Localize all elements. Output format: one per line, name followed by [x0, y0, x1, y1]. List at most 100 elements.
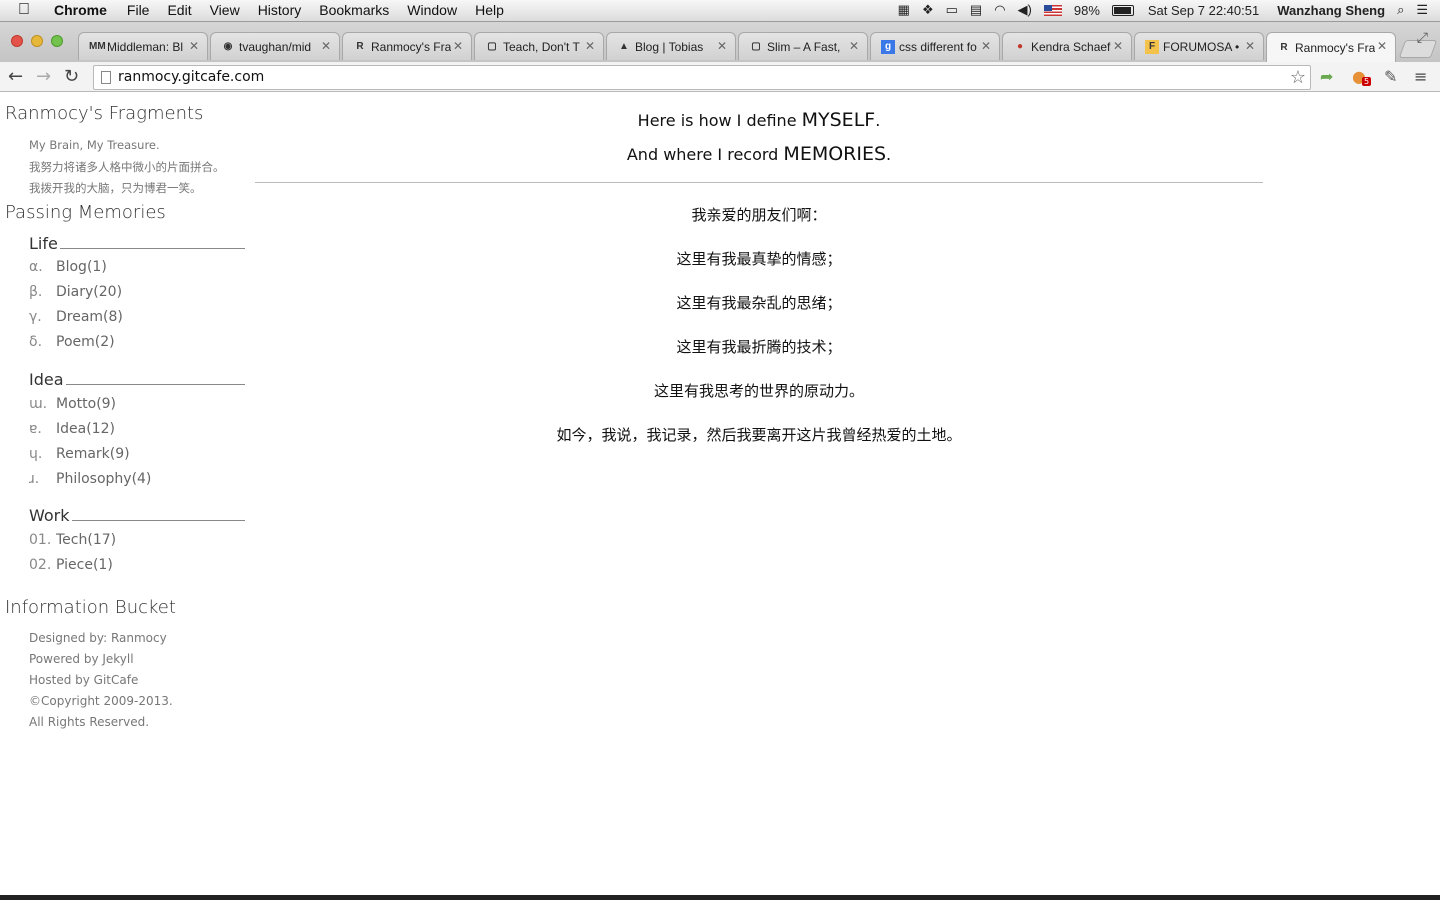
intro-line-myself: Here is how I define MYSELF.: [255, 109, 1263, 131]
category-link-motto[interactable]: ɯ. Motto(9): [29, 396, 116, 412]
menubar-clock[interactable]: Sat Sep 7 22:40:51: [1148, 3, 1259, 18]
poem-line: 这里有我最杂乱的思绪；: [676, 294, 842, 312]
tab-close-icon[interactable]: ✕: [1245, 39, 1255, 53]
menu-file[interactable]: File: [127, 2, 150, 18]
category-link-tech[interactable]: 01. Tech(17): [29, 532, 116, 548]
spotlight-search-icon[interactable]: ⌕: [1397, 2, 1404, 18]
footer-line: All Rights Reserved.: [29, 715, 150, 729]
tab-forumosa[interactable]: F FORUMOSA • (✕: [1134, 32, 1264, 60]
browser-tab-strip: MM Middleman: Bl ✕ ◉ tvaughan/mid ✕ R Ranmocy…: [0, 22, 1440, 62]
category-link-dream[interactable]: γ. Dream(8): [29, 309, 123, 325]
category-link-poem[interactable]: δ. Poem(2): [29, 334, 115, 350]
category-link-blog[interactable]: α. Blog(1): [29, 259, 107, 275]
menu-bookmarks[interactable]: Bookmarks: [319, 2, 389, 18]
battery-percent[interactable]: 98%: [1074, 3, 1100, 18]
notification-center-icon[interactable]: ☰: [1416, 2, 1428, 18]
tab-ranmocy-active[interactable]: R Ranmocy's Fra ✕: [1266, 32, 1396, 62]
tab-title: Ranmocy's Fra: [1295, 40, 1375, 55]
menu-help[interactable]: Help: [475, 2, 504, 18]
menu-view[interactable]: View: [210, 2, 240, 18]
tab-close-icon[interactable]: ✕: [585, 39, 595, 53]
category-group-idea: Idea: [29, 370, 245, 392]
keyboard-icon[interactable]: ▤: [970, 2, 982, 18]
fullscreen-icon[interactable]: ⤢: [1417, 30, 1428, 46]
category-label: Idea(12): [56, 421, 115, 437]
tab-tobias[interactable]: ▲ Blog | Tobias ✕: [606, 32, 736, 60]
status-area: ▦ ❖ ▭ ▤ ◠ ◀) 98% Sat Sep 7 22:40:51 Wanz…: [886, 2, 1428, 18]
tab-favicon: ▢: [487, 40, 497, 52]
forward-button[interactable]: →: [36, 66, 51, 87]
menu-app-name[interactable]: Chrome: [54, 2, 107, 18]
category-link-piece[interactable]: 02. Piece(1): [29, 557, 113, 573]
input-source-flag-icon[interactable]: [1043, 4, 1062, 16]
tab-close-icon[interactable]: ✕: [189, 39, 199, 53]
poem-line: 如今，我说，我记录，然后我要离开这片我曾经热爱的土地。: [556, 426, 962, 444]
menu-history[interactable]: History: [258, 2, 302, 18]
category-link-philosophy[interactable]: ɹ. Philosophy(4): [29, 471, 151, 487]
app-menus: Chrome File Edit View History Bookmarks …: [54, 2, 522, 18]
dropbox-icon[interactable]: ❖: [922, 2, 934, 18]
poem-line: 这里有我最真挚的情感；: [676, 250, 842, 268]
tab-close-icon[interactable]: ✕: [1377, 39, 1387, 53]
menu-window[interactable]: Window: [407, 2, 457, 18]
volume-icon[interactable]: ◀): [1018, 2, 1032, 18]
tab-close-icon[interactable]: ✕: [849, 39, 859, 53]
wifi-icon[interactable]: ◠: [994, 2, 1005, 18]
chrome-menu-icon[interactable]: ≡: [1414, 67, 1427, 86]
category-label: Motto(9): [56, 396, 117, 412]
back-button[interactable]: ←: [8, 66, 23, 87]
apple-menu-icon[interactable]: : [18, 1, 30, 19]
tagline: 我努力将诸多人格中微小的片面拼合。: [29, 160, 225, 174]
activity-monitor-icon[interactable]: ▦: [898, 2, 910, 18]
category-link-remark[interactable]: ɥ. Remark(9): [29, 446, 130, 462]
battery-icon[interactable]: [1111, 4, 1134, 16]
content-divider: [255, 182, 1263, 183]
extension-icon[interactable]: ✎: [1384, 67, 1397, 86]
window-minimize-button[interactable]: [31, 35, 43, 47]
tab-close-icon[interactable]: ✕: [981, 39, 991, 53]
list-marker: β.: [29, 284, 43, 300]
tab-close-icon[interactable]: ✕: [453, 39, 463, 53]
tab-kendra[interactable]: ● Kendra Schaef ✕: [1002, 32, 1132, 60]
tab-github[interactable]: ◉ tvaughan/mid ✕: [210, 32, 340, 60]
passing-memories-heading: Passing Memories: [5, 202, 166, 223]
address-bar[interactable]: ranmocy.gitcafe.com ☆: [93, 65, 1311, 90]
category-link-idea[interactable]: ɐ. Idea(12): [29, 421, 115, 437]
user-name[interactable]: Wanzhang Sheng: [1277, 3, 1385, 18]
poem-line: 这里有我最折腾的技术；: [676, 338, 842, 356]
tab-ranmocy-1[interactable]: R Ranmocy's Fra ✕: [342, 32, 472, 60]
tab-favicon: ●: [1016, 40, 1024, 52]
address-bar-url: ranmocy.gitcafe.com: [118, 69, 265, 85]
extension-icon[interactable]: ➦: [1320, 67, 1333, 86]
window-close-button[interactable]: [11, 35, 23, 47]
tab-favicon: g: [881, 39, 895, 54]
menu-edit[interactable]: Edit: [167, 2, 191, 18]
group-label: Idea: [29, 370, 66, 389]
tab-css-search[interactable]: g css different fo ✕: [870, 32, 1000, 60]
extension-badge-icon[interactable]: ● 5: [1352, 67, 1372, 86]
tab-close-icon[interactable]: ✕: [717, 39, 727, 53]
tab-middleman[interactable]: MM Middleman: Bl ✕: [78, 32, 208, 60]
reload-button[interactable]: ↻: [64, 66, 79, 87]
site-title[interactable]: Ranmocy's Fragments: [5, 103, 203, 124]
bookmark-star-icon[interactable]: ☆: [1290, 66, 1306, 89]
tab-close-icon[interactable]: ✕: [321, 39, 331, 53]
window-zoom-button[interactable]: [51, 35, 63, 47]
tagline: 我拨开我的大脑，只为博君一笑。: [29, 181, 202, 195]
tab-title: Middleman: Bl: [107, 39, 184, 54]
footer-line: Designed by: Ranmocy: [29, 631, 167, 645]
category-label: Diary(20): [56, 284, 123, 300]
tab-close-icon[interactable]: ✕: [1113, 39, 1123, 53]
list-marker: γ.: [29, 309, 42, 325]
tab-teach[interactable]: ▢ Teach, Don't T ✕: [474, 32, 604, 60]
airplay-icon[interactable]: ▭: [946, 2, 958, 18]
extension-badge: 5: [1362, 77, 1372, 86]
category-group-life: Life: [29, 234, 245, 256]
tab-slim[interactable]: ▢ Slim – A Fast, ✕: [738, 32, 868, 60]
tab-title: FORUMOSA • (: [1163, 39, 1243, 54]
page-icon: [101, 71, 111, 84]
category-link-diary[interactable]: β. Diary(20): [29, 284, 122, 300]
tab-title: Slim – A Fast,: [767, 39, 841, 54]
tab-title: Blog | Tobias: [635, 39, 704, 54]
category-label: Tech(17): [56, 532, 117, 548]
